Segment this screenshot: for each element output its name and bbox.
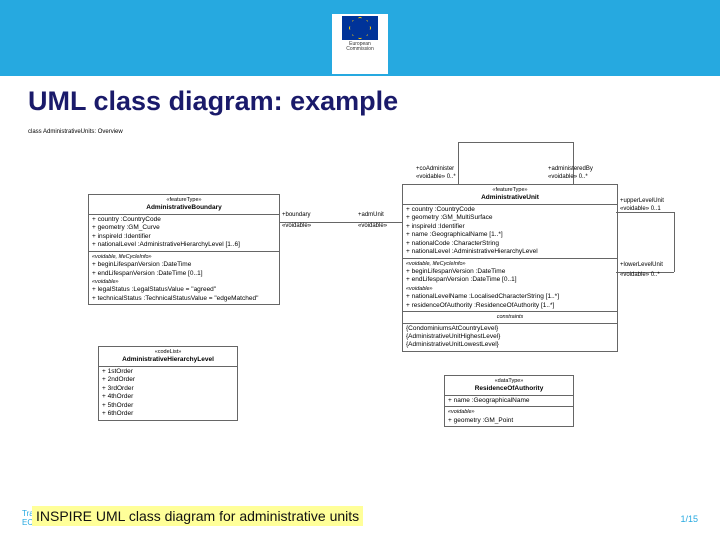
role-upper: +upperLevelUnit — [620, 198, 664, 206]
role-lower: +lowerLevelUnit — [620, 262, 663, 270]
page-title: UML class diagram: example — [28, 86, 398, 117]
logo-text-2: Commission — [346, 47, 374, 52]
assoc-coadmin-top — [458, 142, 573, 143]
role-upper-card: «voidable» 0..1 — [620, 206, 661, 214]
role-administeredby-card: «voidable» 0..* — [548, 174, 588, 182]
role-coadminister-card: «voidable» 0..* — [416, 174, 456, 182]
footer: TrainEC J INSPIRE UML class diagram for … — [22, 506, 698, 528]
role-admunit: +admUnit — [358, 212, 384, 220]
eu-flag-icon — [342, 16, 378, 40]
role-boundary-void: «voidable» — [282, 223, 311, 231]
assoc-coadmin-left — [458, 142, 459, 184]
role-admunit-void: «voidable» — [358, 223, 387, 231]
class-admin-hierarchy-level: «codeList»AdministrativeHierarchyLevel +… — [98, 346, 238, 421]
uml-diagram: class AdministrativeUnits: Overview «fea… — [28, 122, 710, 502]
class-administrative-unit: «featureType»AdministrativeUnit + countr… — [402, 184, 618, 352]
role-administeredby: +administeredBy — [548, 166, 593, 174]
role-coadminister: +coAdminister — [416, 166, 454, 174]
diagram-caption: class AdministrativeUnits: Overview — [28, 129, 123, 137]
role-boundary: +boundary — [282, 212, 311, 220]
page-counter: 1/15 — [680, 514, 698, 524]
ec-logo: European Commission — [332, 14, 388, 74]
class-residence-of-authority: «dataType»ResidenceOfAuthority + name :G… — [444, 375, 574, 427]
role-lower-card: «voidable» 0..* — [620, 272, 660, 280]
slide-caption: INSPIRE UML class diagram for administra… — [32, 506, 363, 526]
assoc-upperlower-v — [674, 212, 675, 272]
class-administrative-boundary: «featureType»AdministrativeBoundary + co… — [88, 194, 280, 305]
